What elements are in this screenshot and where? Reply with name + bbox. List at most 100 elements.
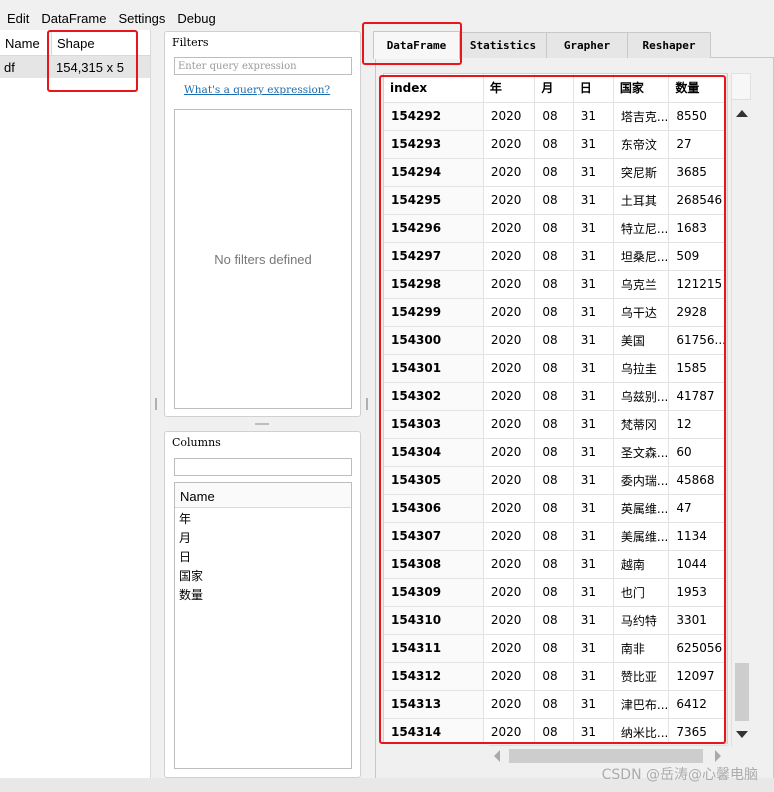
country-cell[interactable]: 越南	[613, 550, 670, 579]
month-cell[interactable]: 08	[534, 690, 574, 719]
day-cell[interactable]: 31	[573, 298, 614, 327]
year-cell[interactable]: 2020	[483, 102, 536, 131]
count-cell[interactable]: 47	[668, 494, 727, 523]
month-cell[interactable]: 08	[534, 242, 574, 271]
table-row[interactable]: 154293 2020 08 31 东帝汶 27	[384, 130, 727, 159]
count-cell[interactable]: 27	[668, 130, 727, 159]
month-cell[interactable]: 08	[534, 130, 574, 159]
country-cell[interactable]: 突尼斯	[613, 158, 670, 187]
count-cell[interactable]: 7365	[668, 718, 727, 743]
index-cell[interactable]: 154312	[384, 662, 484, 691]
country-cell[interactable]: 马约特	[613, 606, 670, 635]
column-item[interactable]: 日	[175, 546, 351, 565]
year-column-header[interactable]: 年	[483, 74, 536, 103]
horizontal-scrollbar[interactable]	[489, 745, 729, 765]
month-cell[interactable]: 08	[534, 354, 574, 383]
menu-edit[interactable]: Edit	[2, 9, 34, 28]
name-column-header[interactable]: Name	[0, 30, 52, 55]
day-cell[interactable]: 31	[573, 606, 614, 635]
month-cell[interactable]: 08	[534, 186, 574, 215]
table-row[interactable]: 154305 2020 08 31 委内瑞... 45868	[384, 466, 727, 495]
country-cell[interactable]: 美属维...	[613, 522, 670, 551]
index-cell[interactable]: 154303	[384, 410, 484, 439]
table-row[interactable]: 154301 2020 08 31 乌拉圭 1585	[384, 354, 727, 383]
count-cell[interactable]: 61756...	[668, 326, 727, 355]
year-cell[interactable]: 2020	[483, 606, 536, 635]
index-cell[interactable]: 154311	[384, 634, 484, 663]
scroll-right-icon[interactable]	[715, 750, 721, 762]
column-item[interactable]: 国家	[175, 565, 351, 584]
count-cell[interactable]: 3685	[668, 158, 727, 187]
table-row[interactable]: 154294 2020 08 31 突尼斯 3685	[384, 158, 727, 187]
day-cell[interactable]: 31	[573, 410, 614, 439]
table-row[interactable]: 154309 2020 08 31 也门 1953	[384, 578, 727, 607]
index-cell[interactable]: 154298	[384, 270, 484, 299]
count-cell[interactable]: 1585	[668, 354, 727, 383]
index-cell[interactable]: 154296	[384, 214, 484, 243]
year-cell[interactable]: 2020	[483, 466, 536, 495]
country-cell[interactable]: 委内瑞...	[613, 466, 670, 495]
table-row[interactable]: 154306 2020 08 31 英属维... 47	[384, 494, 727, 523]
index-cell[interactable]: 154294	[384, 158, 484, 187]
year-cell[interactable]: 2020	[483, 578, 536, 607]
index-cell[interactable]: 154297	[384, 242, 484, 271]
day-cell[interactable]: 31	[573, 438, 614, 467]
month-cell[interactable]: 08	[534, 578, 574, 607]
count-cell[interactable]: 1953	[668, 578, 727, 607]
year-cell[interactable]: 2020	[483, 382, 536, 411]
year-cell[interactable]: 2020	[483, 410, 536, 439]
table-row[interactable]: 154292 2020 08 31 塔吉克... 8550	[384, 102, 727, 131]
day-cell[interactable]: 31	[573, 662, 614, 691]
vertical-scroll-thumb[interactable]	[735, 663, 749, 721]
table-row[interactable]: 154299 2020 08 31 乌干达 2928	[384, 298, 727, 327]
year-cell[interactable]: 2020	[483, 494, 536, 523]
left-splitter-handle[interactable]	[155, 398, 157, 410]
table-row[interactable]: 154313 2020 08 31 津巴布... 6412	[384, 690, 727, 719]
year-cell[interactable]: 2020	[483, 690, 536, 719]
month-cell[interactable]: 08	[534, 606, 574, 635]
month-column-header[interactable]: 月	[534, 74, 574, 103]
country-cell[interactable]: 圣文森...	[613, 438, 670, 467]
country-cell[interactable]: 纳米比...	[613, 718, 670, 743]
index-cell[interactable]: 154299	[384, 298, 484, 327]
year-cell[interactable]: 2020	[483, 550, 536, 579]
month-cell[interactable]: 08	[534, 466, 574, 495]
table-row[interactable]: 154312 2020 08 31 赞比亚 12097	[384, 662, 727, 691]
scroll-up-icon[interactable]	[736, 110, 748, 117]
month-cell[interactable]: 08	[534, 382, 574, 411]
country-cell[interactable]: 乌拉圭	[613, 354, 670, 383]
year-cell[interactable]: 2020	[483, 186, 536, 215]
day-cell[interactable]: 31	[573, 130, 614, 159]
count-cell[interactable]: 1683	[668, 214, 727, 243]
table-row[interactable]: 154295 2020 08 31 土耳其 268546	[384, 186, 727, 215]
country-cell[interactable]: 赞比亚	[613, 662, 670, 691]
table-row[interactable]: 154308 2020 08 31 越南 1044	[384, 550, 727, 579]
count-cell[interactable]: 1134	[668, 522, 727, 551]
count-cell[interactable]: 8550	[668, 102, 727, 131]
country-cell[interactable]: 塔吉克...	[613, 102, 670, 131]
count-cell[interactable]: 6412	[668, 690, 727, 719]
tab-reshaper[interactable]: Reshaper	[627, 32, 711, 58]
month-cell[interactable]: 08	[534, 326, 574, 355]
count-cell[interactable]: 12097	[668, 662, 727, 691]
country-cell[interactable]: 梵蒂冈	[613, 410, 670, 439]
year-cell[interactable]: 2020	[483, 158, 536, 187]
month-cell[interactable]: 08	[534, 718, 574, 743]
day-cell[interactable]: 31	[573, 634, 614, 663]
column-search-input[interactable]	[174, 458, 352, 476]
index-cell[interactable]: 154304	[384, 438, 484, 467]
index-cell[interactable]: 154308	[384, 550, 484, 579]
count-cell[interactable]: 1044	[668, 550, 727, 579]
day-cell[interactable]: 31	[573, 690, 614, 719]
table-row[interactable]: 154303 2020 08 31 梵蒂冈 12	[384, 410, 727, 439]
dataframe-row-df[interactable]: df 154,315 x 5	[0, 56, 150, 78]
count-cell[interactable]: 268546	[668, 186, 727, 215]
country-cell[interactable]: 土耳其	[613, 186, 670, 215]
country-cell[interactable]: 也门	[613, 578, 670, 607]
scroll-down-icon[interactable]	[736, 731, 748, 738]
index-cell[interactable]: 154300	[384, 326, 484, 355]
column-list-header[interactable]: Name	[175, 483, 351, 508]
month-cell[interactable]: 08	[534, 662, 574, 691]
month-cell[interactable]: 08	[534, 494, 574, 523]
month-cell[interactable]: 08	[534, 102, 574, 131]
